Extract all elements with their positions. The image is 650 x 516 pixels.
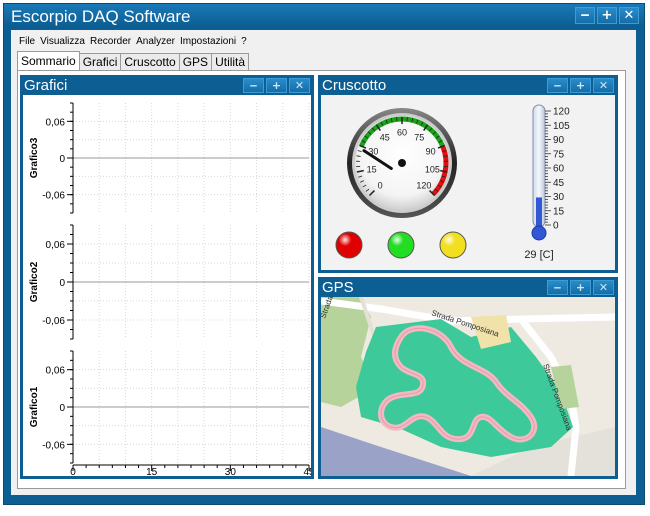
- y-tick-label: -0,06: [42, 316, 65, 327]
- tab-gps[interactable]: GPS: [178, 53, 213, 70]
- thermometer-readout: 29 [C]: [524, 249, 553, 261]
- dashboard-area: 0153045607590105120 1201059075604530150 …: [335, 104, 570, 261]
- thermometer-label: 60: [553, 164, 565, 175]
- thermometer-ticks: [545, 110, 551, 226]
- chart-y-label: Grafico3: [29, 137, 40, 178]
- menu-recorder[interactable]: Recorder: [90, 36, 131, 47]
- x-axis: 0 15 30 45: [70, 464, 311, 476]
- y-tick-label: 0,06: [46, 117, 66, 128]
- gauge-label: 45: [380, 133, 390, 143]
- map-canvas[interactable]: Strada Pomposiana Strada Pomposiana Stra…: [321, 297, 615, 476]
- menu-visualizza[interactable]: Visualizza: [40, 36, 85, 47]
- thermometer-mercury: [536, 197, 542, 229]
- gauge-label: 75: [414, 133, 424, 143]
- x-tick-label: 15: [146, 467, 158, 476]
- cruscotto-minimize-button[interactable]: ‒: [547, 78, 568, 93]
- grafici-close-button[interactable]: ✕: [289, 78, 310, 93]
- window-titlebar[interactable]: Escorpio DAQ Software ‒ + ✕: [4, 4, 644, 28]
- gps-maximize-button[interactable]: +: [570, 280, 591, 295]
- gauge-label: 0: [378, 180, 383, 190]
- gps-close-button[interactable]: ✕: [593, 280, 614, 295]
- chart-y-label: Grafico2: [29, 261, 40, 302]
- menu-help[interactable]: ?: [241, 36, 247, 47]
- x-tick-label: 0: [70, 467, 76, 476]
- gauge-label: 90: [426, 147, 436, 157]
- cruscotto-body: 0 15 30 45 60 75 90 105 120 120 105 90 75 60 45 30 15 0 …: [321, 95, 615, 270]
- tab-bar: Sommario Grafici Cruscotto GPS Utilità: [17, 51, 250, 70]
- gauge-label: 105: [425, 165, 440, 175]
- y-tick-label: -0,06: [42, 191, 65, 202]
- close-button[interactable]: ✕: [619, 7, 639, 24]
- thermometer-labels: 120 105 90 75 60 45 30 15 0: [553, 107, 570, 232]
- charts-area: 0,060-0,06Grafico30,060-0,06Grafico20,06…: [29, 102, 311, 476]
- main-window: Escorpio DAQ Software ‒ + ✕ File Visuali…: [3, 3, 645, 505]
- thermometer-label: 105: [553, 121, 570, 132]
- menu-file[interactable]: File: [19, 36, 35, 47]
- grafici-minimize-button[interactable]: ‒: [243, 78, 264, 93]
- thermometer-bulb: [531, 225, 547, 241]
- menu-bar: File Visualizza Recorder Analyzer Impost…: [19, 36, 247, 47]
- chart-1: 0,06 0 -0,06 Grafico3: [29, 102, 310, 214]
- window-client: File Visualizza Recorder Analyzer Impost…: [11, 30, 636, 495]
- led-yellow-highlight: [440, 232, 466, 258]
- thermometer-label: 15: [553, 206, 565, 217]
- y-tick-label: 0: [59, 154, 65, 165]
- tab-page-sommario: Grafici ‒ + ✕ 0,06 0 -0,06 Grafico3 0,06 0 -0,…: [17, 70, 626, 489]
- thermometer-label: 0: [553, 221, 559, 232]
- menu-analyzer[interactable]: Analyzer: [136, 36, 175, 47]
- x-tick-label: 45: [303, 467, 311, 476]
- gps-map[interactable]: Strada Pomposiana Strada Pomposiana Stra…: [321, 297, 615, 476]
- grafici-panel: Grafici ‒ + ✕ 0,06 0 -0,06 Grafico3 0,06 0 -0,…: [20, 75, 314, 479]
- minimize-button[interactable]: ‒: [575, 7, 595, 24]
- gauge-label: 120: [416, 180, 431, 190]
- thermometer-label: 30: [553, 192, 565, 203]
- speed-gauge: 0153045607590105120: [347, 108, 457, 218]
- tab-sommario[interactable]: Sommario: [17, 51, 80, 70]
- x-tick-label: 30: [225, 467, 237, 476]
- grafici-maximize-button[interactable]: +: [266, 78, 287, 93]
- cruscotto-panel: Cruscotto ‒ + ✕ 0 15 30 45 60 75 90 105 …: [318, 75, 618, 273]
- y-tick-label: 0: [59, 403, 65, 414]
- tab-cruscotto[interactable]: Cruscotto: [120, 53, 180, 70]
- tab-grafici[interactable]: Grafici: [78, 53, 122, 70]
- window-title: Escorpio DAQ Software: [11, 7, 191, 26]
- gauge-hub: [398, 159, 406, 167]
- gps-panel: GPS ‒ + ✕ Strada Pomposiana Strada Pompo…: [318, 277, 618, 479]
- thermometer: 120 105 90 75 60 45 30 15 0 29 [C]: [524, 104, 570, 261]
- gps-panel-title: GPS: [322, 279, 354, 296]
- led-red-highlight: [336, 232, 362, 258]
- cruscotto-panel-title: Cruscotto: [322, 77, 387, 94]
- thermometer-label: 90: [553, 135, 565, 146]
- indicator-leds: [335, 231, 467, 259]
- y-tick-label: 0,06: [46, 240, 66, 251]
- y-tick-label: 0: [59, 278, 65, 289]
- gps-minimize-button[interactable]: ‒: [547, 280, 568, 295]
- chart-2: 0,06 0 -0,06 Grafico2: [29, 224, 310, 340]
- thermometer-label: 45: [553, 178, 565, 189]
- grafici-body: 0,06 0 -0,06 Grafico3 0,06 0 -0,06 Grafico2 0,06…: [23, 95, 311, 476]
- cruscotto-maximize-button[interactable]: +: [570, 78, 591, 93]
- chart-y-label: Grafico1: [29, 386, 40, 427]
- menu-impostazioni[interactable]: Impostazioni: [180, 36, 236, 47]
- tab-utilita[interactable]: Utilità: [211, 53, 250, 70]
- led-green-highlight: [388, 232, 414, 258]
- thermometer-label: 120: [553, 107, 570, 118]
- maximize-button[interactable]: +: [597, 7, 617, 24]
- thermometer-label: 75: [553, 149, 565, 160]
- y-tick-label: -0,06: [42, 440, 65, 451]
- grafici-panel-title: Grafici: [24, 77, 68, 94]
- chart-3: 0,06 0 -0,06 Grafico1: [29, 350, 310, 464]
- y-tick-label: 0,06: [46, 366, 66, 377]
- gauge-label: 15: [367, 165, 377, 175]
- gauge-label: 60: [397, 128, 407, 138]
- cruscotto-close-button[interactable]: ✕: [593, 78, 614, 93]
